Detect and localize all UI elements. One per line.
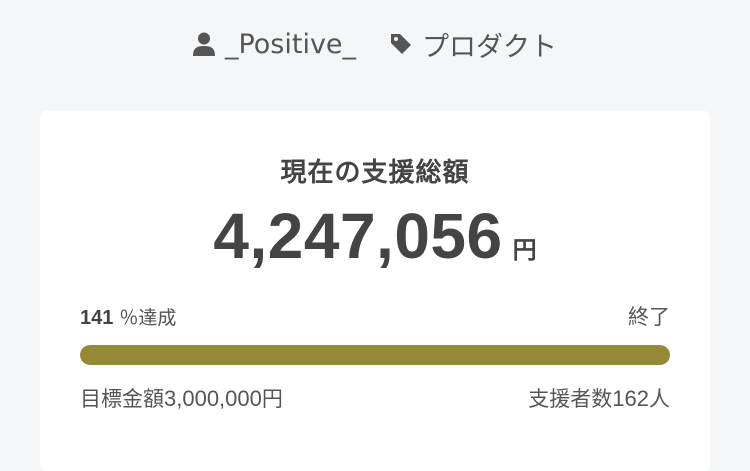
supporters-value: 162: [612, 386, 649, 411]
goal-label: 目標金額: [80, 387, 164, 411]
goal-value: 3,000,000: [164, 386, 262, 411]
achievement-row: 141 ％達成 終了: [80, 301, 670, 331]
category-link[interactable]: プロダクト: [390, 25, 557, 64]
rate-suffix: ％達成: [119, 307, 177, 329]
author-link[interactable]: _Positive_: [192, 28, 357, 60]
supporters-count: 支援者数 162 人: [528, 383, 670, 413]
progress-bar: [80, 345, 670, 365]
funding-summary-card: 現在の支援総額 4,247,056 円 141 ％達成 終了 目標金額 3,00…: [40, 111, 710, 471]
author-name: _Positive_: [224, 28, 357, 60]
achievement-rate: 141 ％達成: [80, 303, 176, 330]
goal-unit: 円: [261, 387, 283, 411]
tag-icon: [390, 33, 412, 55]
rate-value: 141: [80, 307, 114, 329]
project-meta: _Positive_ プロダクト: [0, 24, 750, 64]
progress-fill: [80, 345, 670, 365]
status-label: 終了: [628, 305, 670, 329]
total-amount: 4,247,056 円: [40, 199, 710, 273]
card-title: 現在の支援総額: [280, 158, 470, 188]
supporters-label: 支援者数: [528, 387, 613, 411]
goal-amount: 目標金額 3,000,000 円: [80, 383, 283, 413]
category-name: プロダクト: [422, 31, 558, 63]
amount-value: 4,247,056: [213, 200, 503, 272]
supporters-unit: 人: [649, 387, 670, 411]
goal-row: 目標金額 3,000,000 円 支援者数 162 人: [80, 383, 670, 413]
user-icon: [192, 32, 215, 56]
amount-unit: 円: [512, 236, 537, 264]
